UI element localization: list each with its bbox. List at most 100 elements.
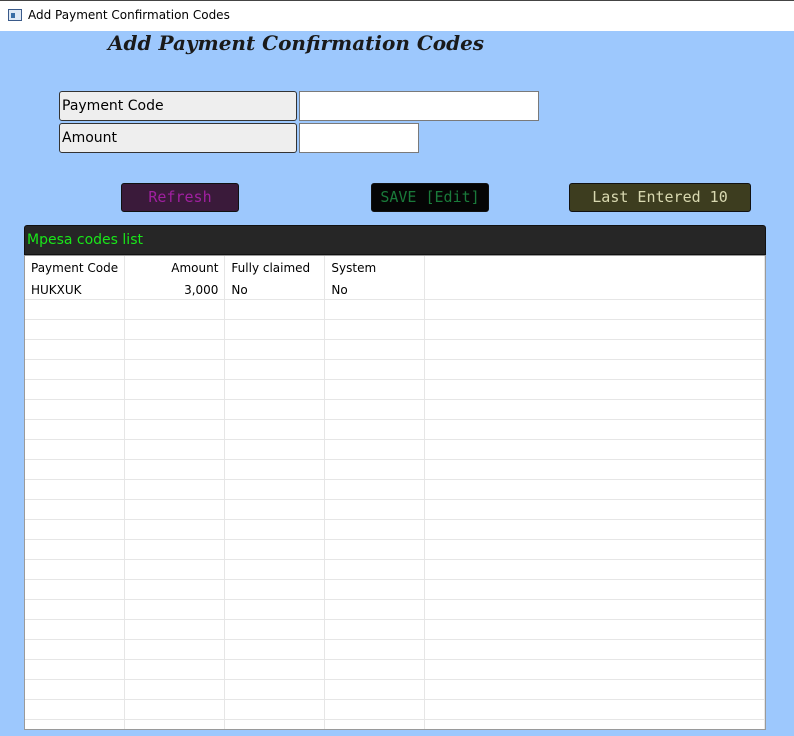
empty-cell	[25, 579, 126, 600]
empty-cell	[424, 419, 765, 440]
empty-cell	[25, 479, 126, 500]
cell-system: No	[324, 280, 426, 300]
empty-cell	[324, 439, 426, 460]
payment-code-input[interactable]	[299, 91, 539, 121]
empty-cell	[324, 579, 426, 600]
empty-table-row	[25, 499, 765, 520]
empty-cell	[424, 719, 765, 729]
empty-table-row	[25, 379, 765, 400]
empty-cell	[324, 639, 426, 660]
column-header-payment-code[interactable]: Payment Code	[25, 256, 126, 280]
empty-cell	[25, 539, 126, 560]
empty-cell	[224, 299, 326, 320]
column-header-amount[interactable]: Amount	[124, 256, 226, 280]
page-title: Add Payment Confirmation Codes	[108, 31, 485, 55]
empty-cell	[224, 639, 326, 660]
payment-code-label: Payment Code	[59, 91, 297, 121]
empty-cell	[124, 659, 226, 680]
empty-cell	[25, 679, 126, 700]
empty-cell	[424, 539, 765, 560]
empty-table-row	[25, 339, 765, 360]
empty-cell	[224, 399, 326, 420]
empty-cell	[224, 379, 326, 400]
empty-cell	[124, 599, 226, 620]
empty-cell	[324, 379, 426, 400]
column-header-system[interactable]: System	[324, 256, 426, 280]
empty-cell	[424, 559, 765, 580]
save-edit-button[interactable]: SAVE [Edit]	[371, 183, 489, 212]
empty-cell	[224, 579, 326, 600]
empty-cell	[224, 599, 326, 620]
last-entered-button[interactable]: Last Entered 10	[569, 183, 751, 212]
empty-cell	[324, 659, 426, 680]
empty-cell	[224, 659, 326, 680]
empty-cell	[224, 499, 326, 520]
window-title: Add Payment Confirmation Codes	[28, 8, 230, 22]
empty-table-row	[25, 559, 765, 580]
empty-cell	[424, 639, 765, 660]
empty-cell	[424, 579, 765, 600]
empty-cell	[124, 619, 226, 640]
amount-input[interactable]	[299, 123, 419, 153]
cell-payment-code: HUKXUK	[25, 280, 126, 300]
empty-cell	[224, 359, 326, 380]
empty-cell	[224, 479, 326, 500]
empty-cell	[324, 619, 426, 640]
table-row[interactable]: HUKXUK 3,000 No No	[25, 280, 765, 300]
empty-table-row	[25, 539, 765, 560]
empty-cell	[424, 619, 765, 640]
empty-cell	[25, 419, 126, 440]
empty-cell	[424, 699, 765, 720]
empty-cell	[124, 299, 226, 320]
table-header-row: Payment Code Amount Fully claimed System	[25, 256, 765, 280]
empty-cell	[124, 499, 226, 520]
empty-cell	[424, 379, 765, 400]
empty-cell	[224, 519, 326, 540]
empty-cell	[25, 499, 126, 520]
empty-table-row	[25, 699, 765, 720]
empty-cell	[324, 599, 426, 620]
empty-cell	[25, 359, 126, 380]
list-title-bar: Mpesa codes list	[24, 225, 766, 255]
empty-cell	[424, 299, 765, 320]
amount-label: Amount	[59, 123, 297, 153]
empty-cell	[25, 399, 126, 420]
empty-cell	[124, 639, 226, 660]
empty-table-row	[25, 719, 765, 729]
empty-cell	[324, 559, 426, 580]
empty-cell	[424, 399, 765, 420]
empty-cell	[224, 559, 326, 580]
refresh-button[interactable]: Refresh	[121, 183, 239, 212]
empty-table-row	[25, 319, 765, 340]
empty-cell	[124, 459, 226, 480]
empty-cell	[124, 439, 226, 460]
empty-cell	[424, 339, 765, 360]
empty-cell	[424, 519, 765, 540]
empty-cell	[424, 659, 765, 680]
column-header-fully-claimed[interactable]: Fully claimed	[224, 256, 326, 280]
cell-filler	[424, 280, 765, 300]
empty-table-row	[25, 419, 765, 440]
codes-table[interactable]: Payment Code Amount Fully claimed System…	[24, 255, 766, 730]
empty-cell	[124, 399, 226, 420]
empty-cell	[25, 339, 126, 360]
empty-cell	[424, 499, 765, 520]
empty-cell	[124, 679, 226, 700]
empty-cell	[25, 719, 126, 729]
empty-cell	[224, 319, 326, 340]
empty-cell	[324, 399, 426, 420]
empty-cell	[424, 359, 765, 380]
empty-table-row	[25, 399, 765, 420]
empty-table-row	[25, 359, 765, 380]
empty-cell	[224, 419, 326, 440]
empty-table-row	[25, 659, 765, 680]
empty-table-row	[25, 579, 765, 600]
app-window-icon	[8, 9, 22, 21]
cell-amount: 3,000	[124, 280, 226, 300]
empty-cell	[25, 319, 126, 340]
empty-table-row	[25, 619, 765, 640]
empty-cell	[124, 379, 226, 400]
empty-cell	[424, 479, 765, 500]
cell-fully-claimed: No	[224, 280, 326, 300]
empty-cell	[124, 519, 226, 540]
